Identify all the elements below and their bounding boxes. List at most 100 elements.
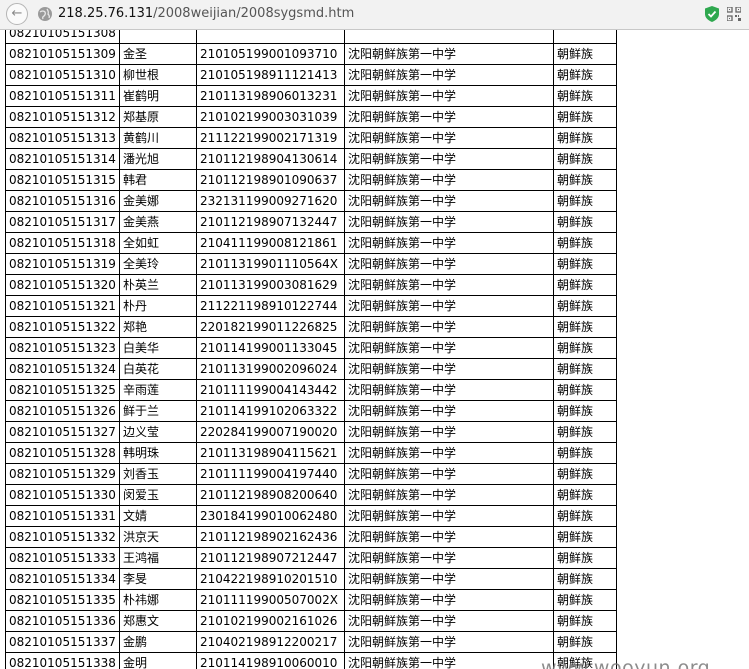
url-host: 218.25.76.131 bbox=[58, 6, 154, 21]
id-number-cell: 232131199009271620 bbox=[196, 190, 345, 212]
student-id-cell: 08210105151311 bbox=[5, 85, 120, 107]
url-field[interactable]: 218.25.76.131/2008weijian/2008sygsmd.htm bbox=[58, 6, 354, 22]
id-number-cell: 210114199102063322 bbox=[196, 400, 345, 422]
name-cell: 金明 bbox=[119, 652, 197, 669]
name-cell: 郑惠文 bbox=[119, 610, 197, 632]
school-cell: 沈阳朝鲜族第一中学 bbox=[344, 442, 554, 464]
name-cell: 李旻 bbox=[119, 568, 197, 590]
name-cell: 潘光旭 bbox=[119, 148, 197, 170]
table-row: 08210105151321 朴丹 211221198910122744 沈阳朝鲜族第… bbox=[5, 295, 617, 317]
table-row: 08210105151322 郑艳 220182199011226825 沈阳朝鲜族第… bbox=[5, 316, 617, 338]
name-cell: 韩明珠 bbox=[119, 442, 197, 464]
ethnicity-cell: 朝鲜族 bbox=[553, 211, 617, 233]
id-number-cell: 210114198910060010 bbox=[196, 652, 345, 669]
ethnicity-cell: 朝鲜族 bbox=[553, 85, 617, 107]
student-id-cell: 08210105151328 bbox=[5, 442, 120, 464]
student-id-cell: 08210105151313 bbox=[5, 127, 120, 149]
ethnicity-cell: 朝鲜族 bbox=[553, 379, 617, 401]
name-cell: 金美娜 bbox=[119, 190, 197, 212]
id-number-cell: 210112198902162436 bbox=[196, 526, 345, 548]
name-cell: 鲜于兰 bbox=[119, 400, 197, 422]
ethnicity-cell: 朝鲜族 bbox=[553, 64, 617, 86]
id-number-cell: 21011319901110564X bbox=[196, 253, 345, 275]
student-id-cell: 08210105151336 bbox=[5, 610, 120, 632]
student-id-cell: 08210105151327 bbox=[5, 421, 120, 443]
table-row: 08210105151314 潘光旭 210112198904130614 沈阳朝鲜族… bbox=[5, 148, 617, 170]
id-number-cell: 210105198911121413 bbox=[196, 64, 345, 86]
table-row: 08210105151313 黄鹤川 211122199002171319 沈阳朝鲜族… bbox=[5, 127, 617, 149]
ethnicity-cell: 朝鲜族 bbox=[553, 295, 617, 317]
student-id-cell: 08210105151309 bbox=[5, 43, 120, 65]
ethnicity-cell: 朝鲜族 bbox=[553, 316, 617, 338]
name-cell: 金鹏 bbox=[119, 631, 197, 653]
back-arrow-icon: ← bbox=[11, 6, 23, 21]
table-row: 08210105151328 韩明珠 210113198904115621 沈阳朝鲜族… bbox=[5, 442, 617, 464]
table-row: 08210105151336 郑惠文 210102199002161026 沈阳朝鲜族… bbox=[5, 610, 617, 632]
table-row: 08210105151334 李旻 210422198910201510 沈阳朝鲜族第… bbox=[5, 568, 617, 590]
ethnicity-cell: 朝鲜族 bbox=[553, 232, 617, 254]
school-cell: 沈阳朝鲜族第一中学 bbox=[344, 505, 554, 527]
school-cell: 沈阳朝鲜族第一中学 bbox=[344, 253, 554, 275]
table-row: 08210105151312 郑基原 210102199003031039 沈阳朝鲜族… bbox=[5, 106, 617, 128]
student-id-cell: 08210105151338 bbox=[5, 652, 120, 669]
name-cell: 洪京天 bbox=[119, 526, 197, 548]
table-row: 08210105151311 崔鹤明 210113198906013231 沈阳朝鲜族… bbox=[5, 85, 617, 107]
id-number-cell: 210114199001133045 bbox=[196, 337, 345, 359]
school-cell: 沈阳朝鲜族第一中学 bbox=[344, 127, 554, 149]
table-row: 08210105151315 韩君 210112198901090637 沈阳朝鲜族第… bbox=[5, 169, 617, 191]
school-cell: 沈阳朝鲜族第一中学 bbox=[344, 148, 554, 170]
name-cell: 黄鹤川 bbox=[119, 127, 197, 149]
name-cell: 朴英兰 bbox=[119, 274, 197, 296]
student-id-cell: 08210105151333 bbox=[5, 547, 120, 569]
student-id-cell: 08210105151323 bbox=[5, 337, 120, 359]
student-id-cell: 08210105151321 bbox=[5, 295, 120, 317]
table-row: 08210105151323 白美华 210114199001133045 沈阳朝鲜族… bbox=[5, 337, 617, 359]
ethnicity-cell: 朝鲜族 bbox=[553, 484, 617, 506]
student-id-cell: 08210105151318 bbox=[5, 232, 120, 254]
name-cell: 文婧 bbox=[119, 505, 197, 527]
table-row: 08210105151327 边义莹 220284199007190020 沈阳朝鲜族… bbox=[5, 421, 617, 443]
ethnicity-cell: 朝鲜族 bbox=[553, 631, 617, 653]
name-cell: 朴祎娜 bbox=[119, 589, 197, 611]
school-cell bbox=[344, 30, 554, 44]
id-number-cell: 220284199007190020 bbox=[196, 421, 345, 443]
school-cell: 沈阳朝鲜族第一中学 bbox=[344, 358, 554, 380]
name-cell: 王鸿福 bbox=[119, 547, 197, 569]
ethnicity-cell: 朝鲜族 bbox=[553, 442, 617, 464]
ethnicity-cell: 朝鲜族 bbox=[553, 148, 617, 170]
ethnicity-cell: 朝鲜族 bbox=[553, 568, 617, 590]
student-id-cell: 08210105151317 bbox=[5, 211, 120, 233]
school-cell: 沈阳朝鲜族第一中学 bbox=[344, 337, 554, 359]
school-cell: 沈阳朝鲜族第一中学 bbox=[344, 316, 554, 338]
table-row: 08210105151331 文婧 230184199010062480 沈阳朝鲜族第… bbox=[5, 505, 617, 527]
id-number-cell: 210112198901090637 bbox=[196, 169, 345, 191]
school-cell: 沈阳朝鲜族第一中学 bbox=[344, 400, 554, 422]
back-button[interactable]: ← bbox=[6, 3, 28, 25]
table-row: 08210105151308 bbox=[5, 30, 617, 44]
id-number-cell: 211221198910122744 bbox=[196, 295, 345, 317]
globe-icon bbox=[38, 7, 52, 21]
school-cell: 沈阳朝鲜族第一中学 bbox=[344, 421, 554, 443]
ethnicity-cell: 朝鲜族 bbox=[553, 337, 617, 359]
table-row: 08210105151329 刘香玉 210111199004197440 沈阳朝鲜族… bbox=[5, 463, 617, 485]
id-number-cell: 210112198907212447 bbox=[196, 547, 345, 569]
table-row: 08210105151320 朴英兰 210113199003081629 沈阳朝鲜族… bbox=[5, 274, 617, 296]
table-row: 08210105151337 金鹏 210402198912200217 沈阳朝鲜族第… bbox=[5, 631, 617, 653]
shield-check-icon[interactable] bbox=[705, 6, 719, 22]
table-row: 08210105151324 白英花 210113199002096024 沈阳朝鲜族… bbox=[5, 358, 617, 380]
name-cell: 韩君 bbox=[119, 169, 197, 191]
id-number-cell: 211122199002171319 bbox=[196, 127, 345, 149]
ethnicity-cell: 朝鲜族 bbox=[553, 505, 617, 527]
name-cell: 全如虹 bbox=[119, 232, 197, 254]
qr-code-icon[interactable] bbox=[727, 7, 741, 21]
name-cell: 闵爱玉 bbox=[119, 484, 197, 506]
ethnicity-cell: 朝鲜族 bbox=[553, 547, 617, 569]
student-id-cell: 08210105151315 bbox=[5, 169, 120, 191]
name-cell: 郑艳 bbox=[119, 316, 197, 338]
ethnicity-cell bbox=[553, 30, 617, 44]
id-number-cell: 210112198904130614 bbox=[196, 148, 345, 170]
school-cell: 沈阳朝鲜族第一中学 bbox=[344, 232, 554, 254]
student-id-cell: 08210105151334 bbox=[5, 568, 120, 590]
table-row: 08210105151332 洪京天 210112198902162436 沈阳朝鲜族… bbox=[5, 526, 617, 548]
name-cell: 边义莹 bbox=[119, 421, 197, 443]
